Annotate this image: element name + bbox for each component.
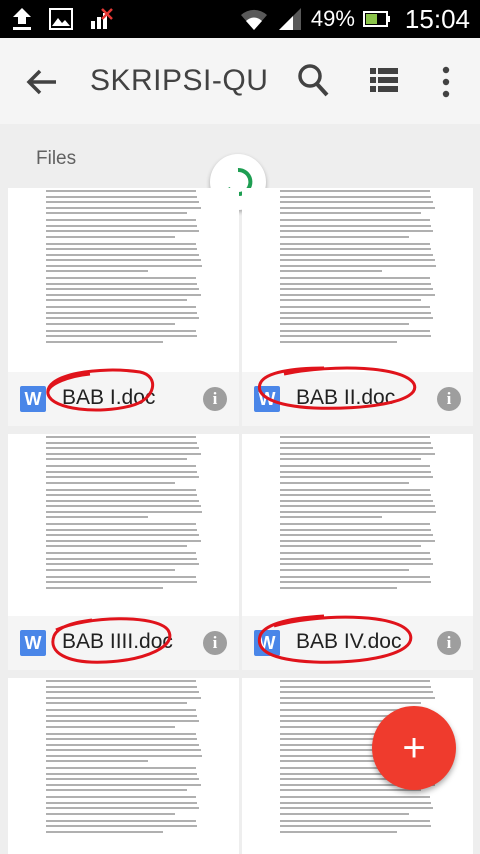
file-footer: W BAB II.doc i (242, 372, 473, 426)
file-card-bab-i[interactable]: W BAB I.doc i (8, 188, 239, 426)
more-vert-icon[interactable] (436, 64, 456, 100)
file-name: BAB IIII.doc (62, 630, 173, 653)
document-preview (8, 434, 239, 616)
document-preview (8, 188, 239, 372)
battery-icon (362, 11, 390, 27)
document-preview (8, 678, 239, 854)
document-preview (242, 188, 473, 372)
file-footer: W BAB I.doc i (8, 372, 239, 426)
upload-icon (13, 8, 31, 30)
search-icon[interactable] (296, 62, 330, 98)
page-title: SKRIPSI-QU (90, 64, 269, 97)
word-doc-icon: W (254, 386, 280, 412)
signal-icon (278, 8, 301, 30)
battery-percent: 49% (310, 6, 355, 31)
info-icon[interactable]: i (203, 631, 227, 655)
add-file-button[interactable]: + (372, 706, 456, 790)
back-arrow-icon[interactable] (22, 62, 62, 102)
no-signal-data-icon (91, 8, 113, 29)
list-view-icon[interactable] (370, 66, 398, 94)
document-preview-text (280, 190, 450, 348)
file-name: BAB II.doc (296, 386, 396, 409)
info-icon[interactable]: i (437, 387, 461, 411)
app-toolbar: SKRIPSI-QU (0, 38, 480, 124)
file-name: BAB I.doc (62, 386, 156, 409)
word-doc-icon: W (254, 630, 280, 656)
image-icon (49, 8, 73, 30)
document-preview-text (46, 680, 216, 838)
word-doc-icon: W (20, 630, 46, 656)
info-icon[interactable]: i (437, 631, 461, 655)
document-preview-text (46, 190, 216, 348)
file-card-bab-ii[interactable]: W BAB II.doc i (242, 188, 473, 426)
info-icon[interactable]: i (203, 387, 227, 411)
file-card[interactable] (8, 678, 239, 854)
section-label-files: Files (36, 148, 77, 169)
document-preview-text (46, 436, 216, 594)
file-footer: W BAB IIII.doc i (8, 616, 239, 670)
word-doc-icon: W (20, 386, 46, 412)
status-bar: 49% 15:04 (0, 0, 480, 38)
file-card-bab-iv[interactable]: W BAB IV.doc i (242, 434, 473, 670)
status-time: 15:04 (404, 3, 470, 34)
document-preview-text (280, 436, 450, 594)
document-preview (242, 434, 473, 616)
file-footer: W BAB IV.doc i (242, 616, 473, 670)
file-card-bab-iiii[interactable]: W BAB IIII.doc i (8, 434, 239, 670)
wifi-icon (240, 9, 267, 30)
file-name: BAB IV.doc (296, 630, 402, 653)
